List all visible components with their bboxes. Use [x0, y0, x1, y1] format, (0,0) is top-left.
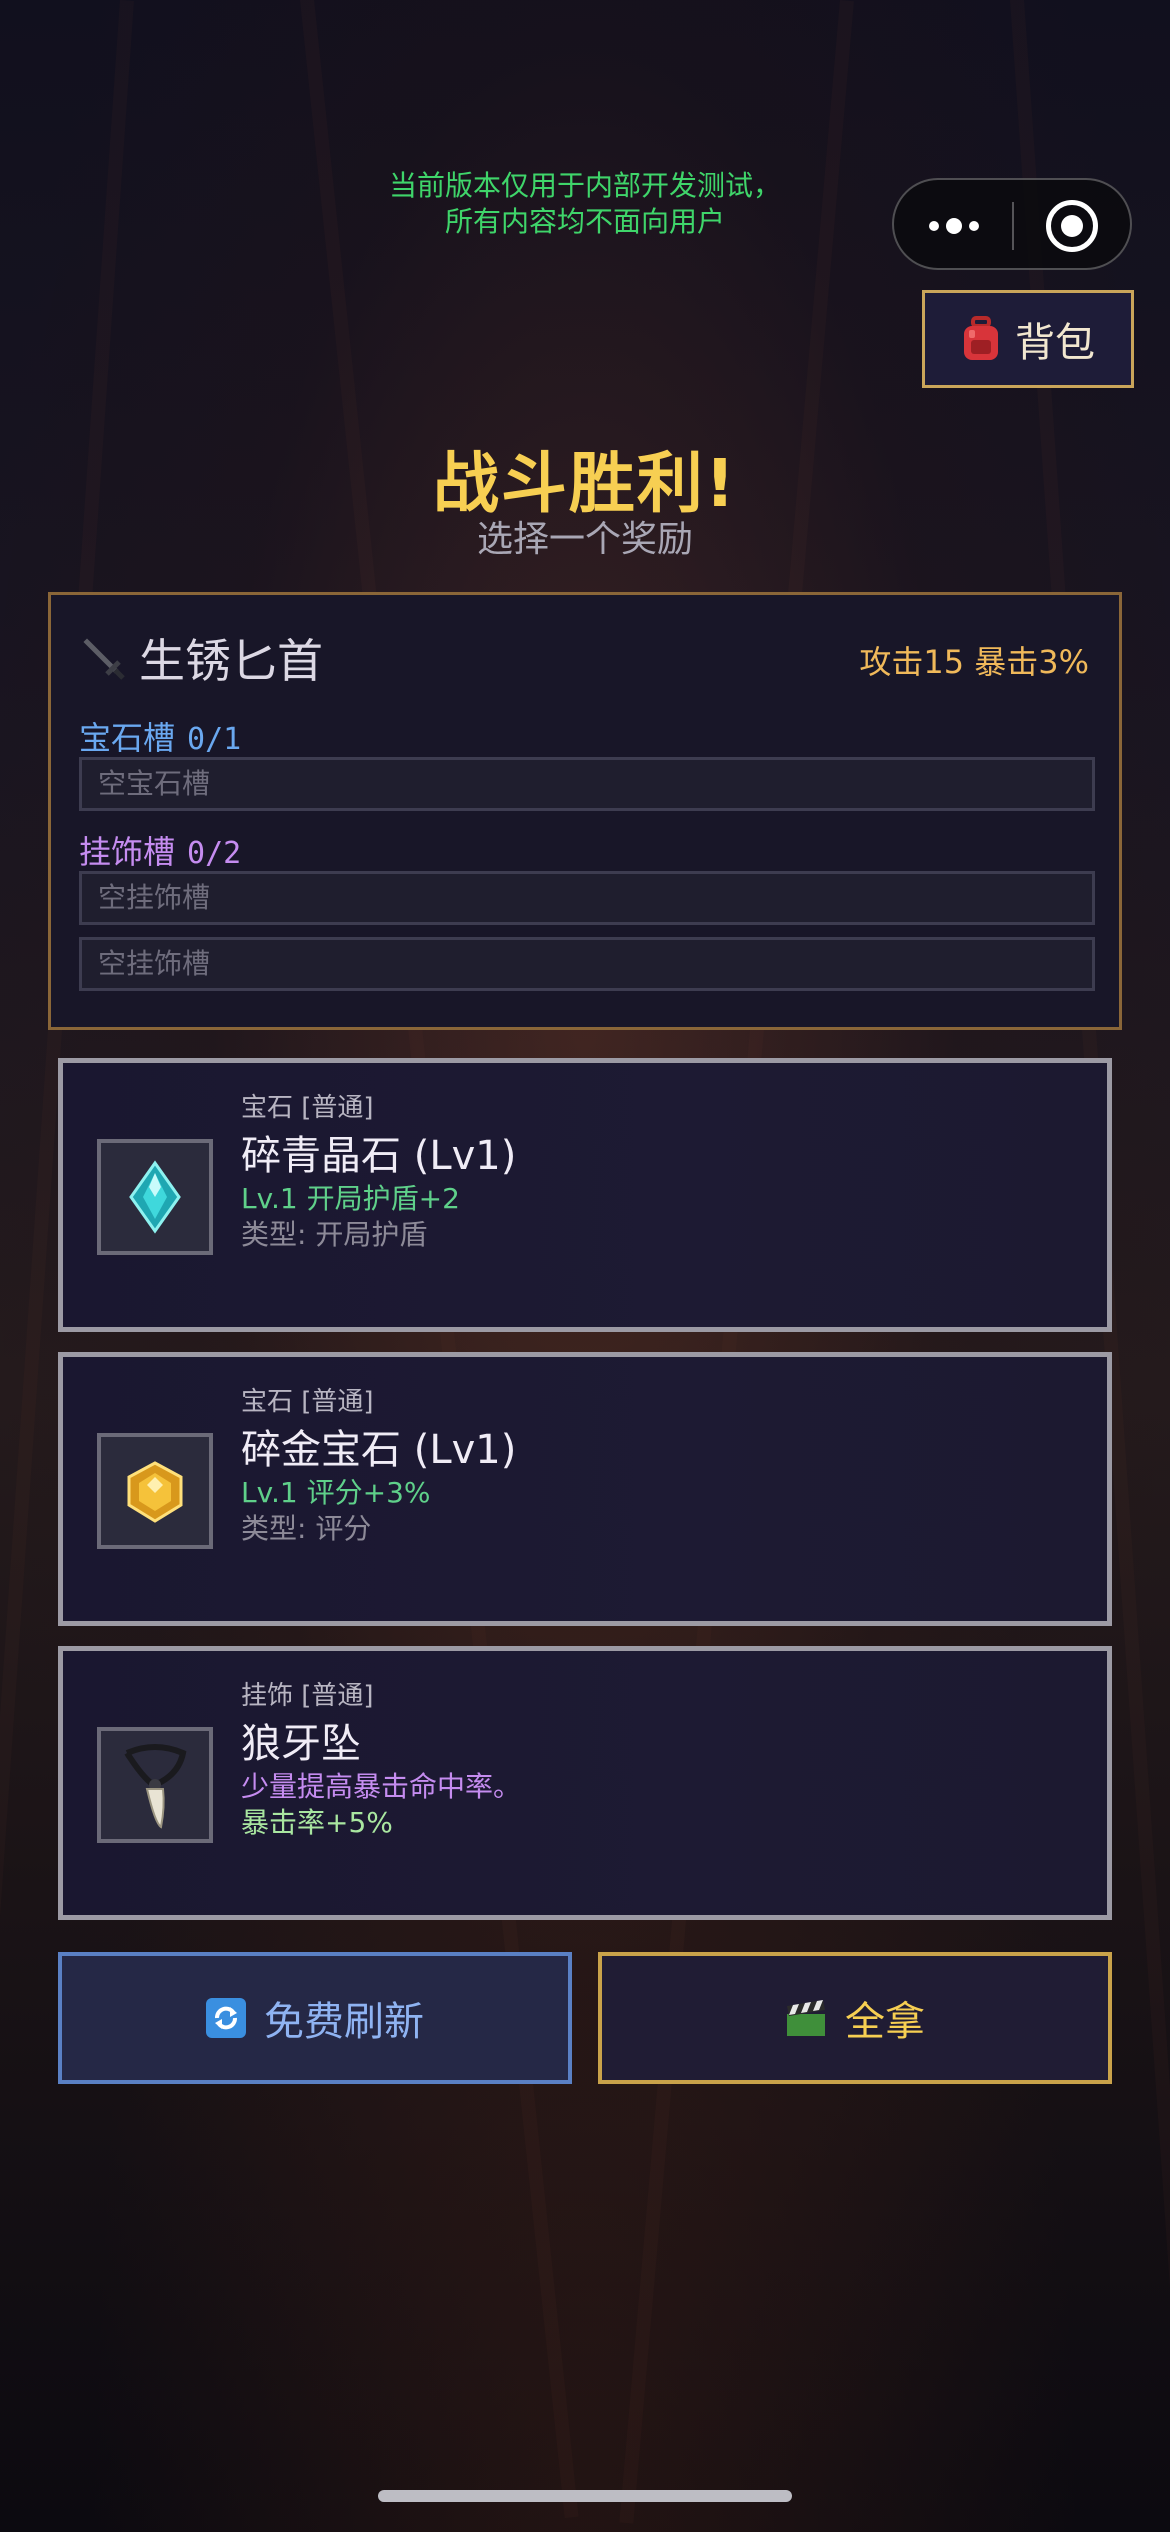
reward-type: 类型: 开局护盾: [241, 1218, 428, 1251]
weapon-header: 生锈匕首: [81, 625, 323, 691]
dagger-icon: [81, 636, 125, 680]
charm-slot-count: 0/2: [187, 836, 242, 871]
empty-gem-slot[interactable]: 空宝石槽: [79, 757, 1095, 811]
empty-charm-slot[interactable]: 空挂饰槽: [79, 871, 1095, 925]
reward-icon-frame: [97, 1727, 213, 1843]
bag-button-label: 背包: [1015, 320, 1095, 366]
bag-button[interactable]: 背包: [922, 290, 1134, 388]
reward-name: 碎青晶石 (Lv1): [241, 1133, 517, 1179]
reward-card-cyan-crystal[interactable]: 宝石 [普通] 碎青晶石 (Lv1) Lv.1 开局护盾+2 类型: 开局护盾: [58, 1058, 1112, 1332]
reward-effect: 暴击率+5%: [241, 1806, 393, 1839]
close-miniprogram-icon[interactable]: [1046, 200, 1098, 252]
capsule-divider: [1012, 202, 1014, 250]
reward-icon-frame: [97, 1139, 213, 1255]
take-all-label: 全拿: [845, 1999, 925, 2045]
reward-icon-frame: [97, 1433, 213, 1549]
weapon-panel: 生锈匕首 攻击15 暴击3% 宝石槽 0/1 空宝石槽 挂饰槽 0/2 空挂饰槽 空…: [48, 592, 1122, 1030]
cyan-crystal-icon: [129, 1160, 181, 1234]
dev-notice-line1: 当前版本仅用于内部开发测试，: [388, 169, 781, 202]
reward-type: 类型: 评分: [241, 1512, 372, 1545]
reward-category: 宝石 [普通]: [241, 1387, 374, 1417]
reward-effect: Lv.1 开局护盾+2: [241, 1182, 460, 1215]
free-refresh-button[interactable]: 免费刷新: [58, 1952, 572, 2084]
free-refresh-label: 免费刷新: [264, 1999, 424, 2045]
gem-slot-count: 0/1: [187, 722, 242, 757]
dev-notice-line2: 所有内容均不面向用户: [444, 205, 725, 238]
reward-category: 挂饰 [普通]: [241, 1681, 374, 1711]
charm-slot-title: 挂饰槽: [79, 833, 176, 871]
home-indicator[interactable]: [378, 2490, 792, 2502]
weapon-stats: 攻击15 暴击3%: [859, 643, 1089, 681]
dev-notice: 当前版本仅用于内部开发测试， 所有内容均不面向用户: [300, 168, 870, 240]
miniprogram-capsule: [892, 178, 1132, 270]
reward-name: 狼牙坠: [241, 1721, 361, 1767]
reward-name: 碎金宝石 (Lv1): [241, 1427, 517, 1473]
reward-effect: Lv.1 评分+3%: [241, 1476, 431, 1509]
empty-charm-slot[interactable]: 空挂饰槽: [79, 937, 1095, 991]
refresh-icon: [206, 1998, 246, 2038]
game-screen: 当前版本仅用于内部开发测试， 所有内容均不面向用户 背包 战斗胜利! 选择一个奖…: [0, 0, 1170, 2532]
gold-gem-icon: [127, 1461, 183, 1523]
clapperboard-icon: [787, 2000, 825, 2036]
take-all-button[interactable]: 全拿: [598, 1952, 1112, 2084]
weapon-name: 生锈匕首: [139, 634, 323, 688]
choose-reward-subtitle: 选择一个奖励: [476, 519, 693, 560]
reward-category: 宝石 [普通]: [241, 1093, 374, 1123]
reward-card-wolf-fang[interactable]: 挂饰 [普通] 狼牙坠 少量提高暴击命中率。 暴击率+5%: [58, 1646, 1112, 1920]
more-menu-icon[interactable]: [924, 208, 984, 244]
gem-slot-label: 宝石槽 0/1: [79, 713, 241, 759]
wolf-fang-pendant-icon: [124, 1744, 187, 1829]
charm-slot-label: 挂饰槽 0/2: [79, 827, 241, 873]
reward-card-gold-gem[interactable]: 宝石 [普通] 碎金宝石 (Lv1) Lv.1 评分+3% 类型: 评分: [58, 1352, 1112, 1626]
gem-slot-title: 宝石槽: [79, 719, 176, 757]
reward-description: 少量提高暴击命中率。: [241, 1770, 522, 1803]
backpack-icon: [961, 316, 1001, 362]
